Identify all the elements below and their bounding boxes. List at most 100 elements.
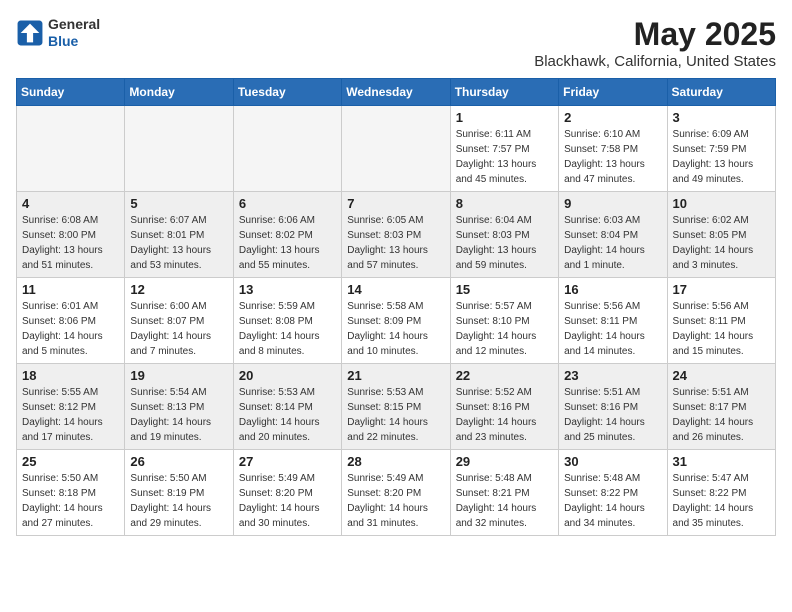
day-number: 26 [130,454,227,469]
day-info: Sunrise: 5:50 AMSunset: 8:19 PMDaylight:… [130,471,227,531]
day-number: 4 [22,196,119,211]
calendar-cell-w5-d2: 26 Sunrise: 5:50 AMSunset: 8:19 PMDayligh… [125,450,233,536]
calendar-cell-w5-d1: 25 Sunrise: 5:50 AMSunset: 8:18 PMDayligh… [17,450,125,536]
header-saturday: Saturday [667,79,775,106]
calendar-cell-w4-d3: 20 Sunrise: 5:53 AMSunset: 8:14 PMDayligh… [233,364,341,450]
calendar-cell-w3-d2: 12 Sunrise: 6:00 AMSunset: 8:07 PMDayligh… [125,278,233,364]
day-info: Sunrise: 5:56 AMSunset: 8:11 PMDaylight:… [673,299,770,359]
day-info: Sunrise: 6:10 AMSunset: 7:58 PMDaylight:… [564,127,661,187]
day-info: Sunrise: 5:56 AMSunset: 8:11 PMDaylight:… [564,299,661,359]
day-number: 6 [239,196,336,211]
header-monday: Monday [125,79,233,106]
day-info: Sunrise: 5:47 AMSunset: 8:22 PMDaylight:… [673,471,770,531]
header-thursday: Thursday [450,79,558,106]
calendar-cell-w5-d3: 27Sunrise: 5:49 AMSunset: 8:20 PMDayligh… [233,450,341,536]
calendar-week-5: 25 Sunrise: 5:50 AMSunset: 8:18 PMDayligh… [17,450,776,536]
calendar-cell-w2-d3: 6 Sunrise: 6:06 AMSunset: 8:02 PMDaylight… [233,192,341,278]
day-number: 9 [564,196,661,211]
day-info: Sunrise: 6:04 AMSunset: 8:03 PMDaylight:… [456,213,553,273]
day-info: Sunrise: 5:50 AMSunset: 8:18 PMDaylight:… [22,471,119,531]
location-text: Blackhawk, California, United States [534,53,776,70]
day-number: 29 [456,454,553,469]
calendar-cell-w1-d2 [125,106,233,192]
day-info: Sunrise: 5:51 AMSunset: 8:16 PMDaylight:… [564,385,661,445]
day-info: Sunrise: 5:59 AMSunset: 8:08 PMDaylight:… [239,299,336,359]
calendar-header: SundayMondayTuesdayWednesdayThursdayFrid… [17,79,776,106]
calendar-cell-w2-d7: 10Sunrise: 6:02 AMSunset: 8:05 PMDayligh… [667,192,775,278]
day-number: 7 [347,196,444,211]
logo-text: General Blue [48,16,100,50]
calendar-body: 1 Sunrise: 6:11 AMSunset: 7:57 PMDaylight… [17,106,776,536]
day-info: Sunrise: 6:03 AMSunset: 8:04 PMDaylight:… [564,213,661,273]
day-number: 2 [564,110,661,125]
calendar-cell-w3-d1: 11 Sunrise: 6:01 AMSunset: 8:06 PMDayligh… [17,278,125,364]
day-info: Sunrise: 6:01 AMSunset: 8:06 PMDaylight:… [22,299,119,359]
day-number: 28 [347,454,444,469]
month-title: May 2025 [534,16,776,53]
day-number: 5 [130,196,227,211]
day-info: Sunrise: 6:07 AMSunset: 8:01 PMDaylight:… [130,213,227,273]
calendar-cell-w5-d7: 31 Sunrise: 5:47 AMSunset: 8:22 PMDayligh… [667,450,775,536]
day-info: Sunrise: 5:58 AMSunset: 8:09 PMDaylight:… [347,299,444,359]
day-info: Sunrise: 5:52 AMSunset: 8:16 PMDaylight:… [456,385,553,445]
calendar-cell-w4-d1: 18 Sunrise: 5:55 AMSunset: 8:12 PMDayligh… [17,364,125,450]
day-info: Sunrise: 6:06 AMSunset: 8:02 PMDaylight:… [239,213,336,273]
day-info: Sunrise: 5:53 AMSunset: 8:14 PMDaylight:… [239,385,336,445]
calendar-cell-w3-d5: 15 Sunrise: 5:57 AMSunset: 8:10 PMDayligh… [450,278,558,364]
day-number: 18 [22,368,119,383]
calendar-cell-w1-d3 [233,106,341,192]
header-tuesday: Tuesday [233,79,341,106]
day-number: 1 [456,110,553,125]
day-info: Sunrise: 5:57 AMSunset: 8:10 PMDaylight:… [456,299,553,359]
calendar-cell-w5-d6: 30Sunrise: 5:48 AMSunset: 8:22 PMDayligh… [559,450,667,536]
logo-icon [16,19,44,47]
calendar-cell-w2-d2: 5 Sunrise: 6:07 AMSunset: 8:01 PMDaylight… [125,192,233,278]
day-info: Sunrise: 5:54 AMSunset: 8:13 PMDaylight:… [130,385,227,445]
day-number: 22 [456,368,553,383]
calendar-cell-w1-d1 [17,106,125,192]
calendar-cell-w4-d7: 24Sunrise: 5:51 AMSunset: 8:17 PMDayligh… [667,364,775,450]
logo-general-text: General [48,16,100,33]
day-info: Sunrise: 5:49 AMSunset: 8:20 PMDaylight:… [347,471,444,531]
calendar-cell-w4-d5: 22 Sunrise: 5:52 AMSunset: 8:16 PMDayligh… [450,364,558,450]
day-number: 10 [673,196,770,211]
day-info: Sunrise: 5:55 AMSunset: 8:12 PMDaylight:… [22,385,119,445]
calendar-cell-w3-d6: 16 Sunrise: 5:56 AMSunset: 8:11 PMDayligh… [559,278,667,364]
day-number: 30 [564,454,661,469]
day-number: 31 [673,454,770,469]
header-row: SundayMondayTuesdayWednesdayThursdayFrid… [17,79,776,106]
calendar-cell-w2-d5: 8Sunrise: 6:04 AMSunset: 8:03 PMDaylight… [450,192,558,278]
day-number: 24 [673,368,770,383]
day-info: Sunrise: 6:00 AMSunset: 8:07 PMDaylight:… [130,299,227,359]
day-info: Sunrise: 5:53 AMSunset: 8:15 PMDaylight:… [347,385,444,445]
title-block: May 2025 Blackhawk, California, United S… [534,16,776,70]
day-number: 20 [239,368,336,383]
day-number: 17 [673,282,770,297]
calendar-cell-w3-d4: 14Sunrise: 5:58 AMSunset: 8:09 PMDayligh… [342,278,450,364]
day-number: 16 [564,282,661,297]
calendar-cell-w3-d7: 17 Sunrise: 5:56 AMSunset: 8:11 PMDayligh… [667,278,775,364]
calendar-cell-w1-d4 [342,106,450,192]
calendar-week-2: 4Sunrise: 6:08 AMSunset: 8:00 PMDaylight… [17,192,776,278]
day-number: 25 [22,454,119,469]
day-info: Sunrise: 6:09 AMSunset: 7:59 PMDaylight:… [673,127,770,187]
day-info: Sunrise: 6:05 AMSunset: 8:03 PMDaylight:… [347,213,444,273]
calendar-cell-w4-d6: 23 Sunrise: 5:51 AMSunset: 8:16 PMDayligh… [559,364,667,450]
calendar-cell-w1-d6: 2 Sunrise: 6:10 AMSunset: 7:58 PMDaylight… [559,106,667,192]
calendar-cell-w5-d5: 29Sunrise: 5:48 AMSunset: 8:21 PMDayligh… [450,450,558,536]
day-number: 12 [130,282,227,297]
header-friday: Friday [559,79,667,106]
day-info: Sunrise: 6:11 AMSunset: 7:57 PMDaylight:… [456,127,553,187]
day-number: 11 [22,282,119,297]
page-header: General Blue May 2025 Blackhawk, Califor… [16,16,776,70]
header-wednesday: Wednesday [342,79,450,106]
calendar-cell-w3-d3: 13Sunrise: 5:59 AMSunset: 8:08 PMDayligh… [233,278,341,364]
day-number: 15 [456,282,553,297]
calendar-cell-w4-d4: 21Sunrise: 5:53 AMSunset: 8:15 PMDayligh… [342,364,450,450]
calendar-week-3: 11 Sunrise: 6:01 AMSunset: 8:06 PMDayligh… [17,278,776,364]
calendar-cell-w4-d2: 19 Sunrise: 5:54 AMSunset: 8:13 PMDayligh… [125,364,233,450]
calendar-week-1: 1 Sunrise: 6:11 AMSunset: 7:57 PMDaylight… [17,106,776,192]
day-number: 19 [130,368,227,383]
day-number: 23 [564,368,661,383]
logo-blue-text: Blue [48,33,100,50]
